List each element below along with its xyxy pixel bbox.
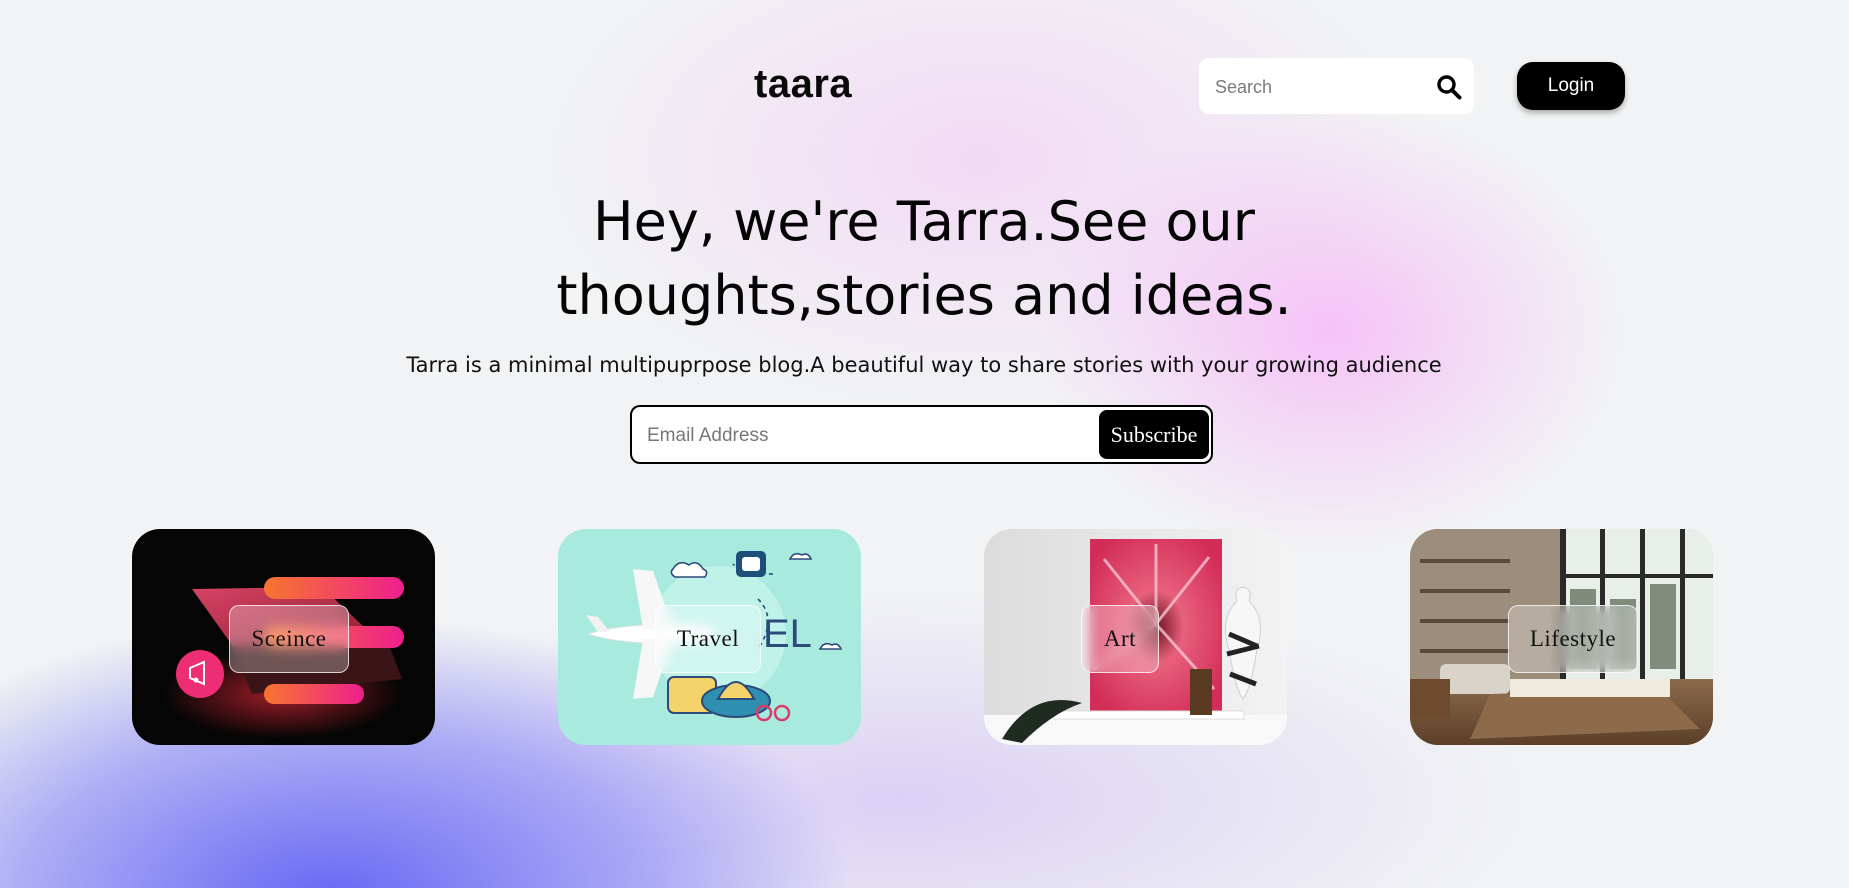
hero-title-line-2: thoughts,stories and ideas.	[556, 264, 1292, 327]
category-label-science: Sceince	[229, 605, 349, 673]
subscribe-form: Subscribe	[630, 405, 1213, 464]
subscribe-button[interactable]: Subscribe	[1099, 410, 1209, 459]
category-card-science[interactable]: Sceince	[132, 529, 435, 745]
hero-title: Hey, we're Tarra.See our thoughts,storie…	[524, 185, 1324, 333]
email-field[interactable]	[645, 423, 1069, 449]
site-logo[interactable]: taara	[754, 62, 852, 107]
hero-title-line-1: Hey, we're Tarra.See our	[593, 190, 1255, 253]
category-label-art: Art	[1081, 605, 1159, 673]
search-bar	[1199, 58, 1474, 114]
category-card-travel[interactable]: EL Travel	[558, 529, 861, 745]
search-input[interactable]	[1213, 74, 1417, 100]
svg-text:EL: EL	[763, 612, 812, 656]
category-card-lifestyle[interactable]: Lifestyle	[1410, 529, 1713, 745]
category-card-art[interactable]: Art	[984, 529, 1287, 745]
category-label-travel: Travel	[655, 605, 761, 673]
hero-subtitle: Tarra is a minimal multipuprpose blog.A …	[406, 353, 1442, 377]
category-label-lifestyle: Lifestyle	[1508, 605, 1638, 673]
login-button[interactable]: Login	[1517, 62, 1625, 110]
search-icon[interactable]	[1436, 74, 1462, 100]
